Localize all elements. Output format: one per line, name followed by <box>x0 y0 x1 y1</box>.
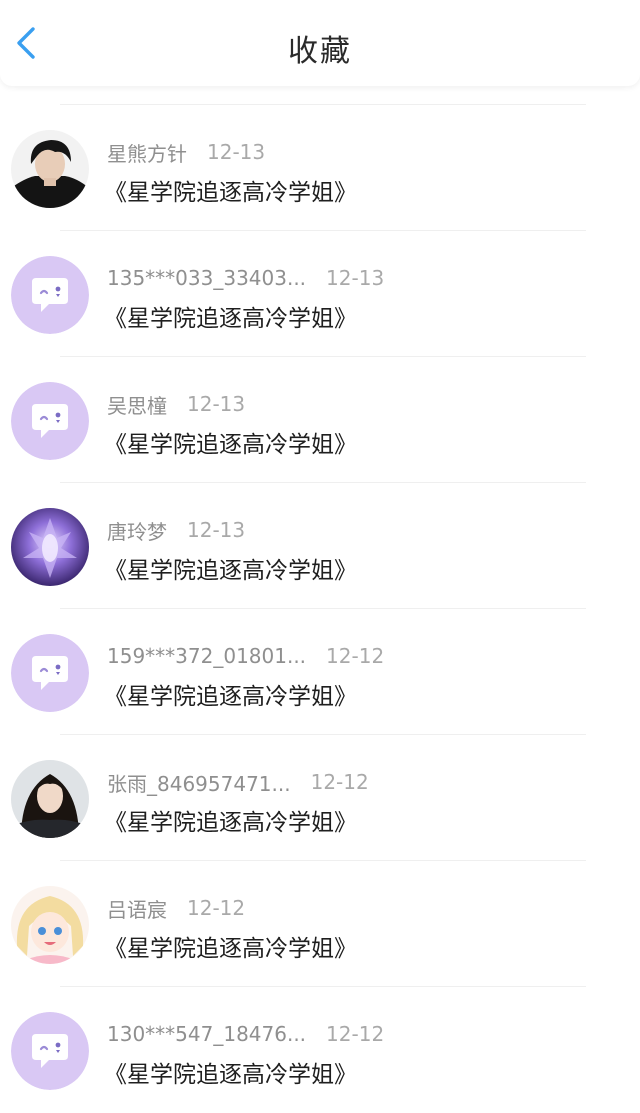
item-meta: 159***372_01801... 12-12 <box>107 642 384 670</box>
user-name[interactable]: 唐玲梦 <box>107 516 167 545</box>
user-name[interactable]: 135***033_33403... <box>107 266 306 290</box>
item-meta: 星熊方针 12-13 <box>107 138 265 166</box>
favorite-item[interactable]: 吕语宸 12-12 《星学院追逐高冷学姐》 <box>0 861 640 987</box>
favorite-item[interactable]: 130***547_18476... 12-12 《星学院追逐高冷学姐》 <box>0 987 640 1113</box>
chat-bubble-icon <box>11 382 89 460</box>
item-title[interactable]: 《星学院追逐高冷学姐》 <box>104 173 357 207</box>
avatar[interactable] <box>11 634 89 712</box>
avatar[interactable] <box>11 760 89 838</box>
favorite-item[interactable]: 唐玲梦 12-13 《星学院追逐高冷学姐》 <box>0 483 640 609</box>
item-date: 12-13 <box>187 518 246 542</box>
avatar[interactable] <box>11 1012 89 1090</box>
item-title[interactable]: 《星学院追逐高冷学姐》 <box>104 551 357 585</box>
item-date: 12-12 <box>187 896 246 920</box>
favorite-item[interactable]: 吴思橦 12-13 《星学院追逐高冷学姐》 <box>0 357 640 483</box>
avatar[interactable] <box>11 886 89 964</box>
user-name[interactable]: 星熊方针 <box>107 138 187 167</box>
user-name[interactable]: 吴思橦 <box>107 390 167 419</box>
item-meta: 130***547_18476... 12-12 <box>107 1020 384 1048</box>
page-title: 收藏 <box>288 34 352 69</box>
chat-bubble-icon <box>11 256 89 334</box>
top-bar: 收藏 <box>0 0 640 86</box>
item-title[interactable]: 《星学院追逐高冷学姐》 <box>104 1055 357 1089</box>
favorite-item[interactable]: 159***372_01801... 12-12 《星学院追逐高冷学姐》 <box>0 609 640 735</box>
item-title[interactable]: 《星学院追逐高冷学姐》 <box>104 803 357 837</box>
item-meta: 吴思橦 12-13 <box>107 390 245 418</box>
item-meta: 吕语宸 12-12 <box>107 894 245 922</box>
item-date: 12-12 <box>310 770 369 794</box>
item-date: 12-12 <box>326 1022 385 1046</box>
user-name[interactable]: 张雨_846957471... <box>107 768 291 797</box>
favorite-item[interactable]: 张雨_846957471... 12-12 《星学院追逐高冷学姐》 <box>0 735 640 861</box>
avatar[interactable] <box>11 382 89 460</box>
avatar[interactable] <box>11 508 89 586</box>
item-title[interactable]: 《星学院追逐高冷学姐》 <box>104 425 357 459</box>
chat-bubble-icon <box>11 634 89 712</box>
item-title[interactable]: 《星学院追逐高冷学姐》 <box>104 677 357 711</box>
item-date: 12-13 <box>207 140 266 164</box>
item-date: 12-13 <box>187 392 246 416</box>
favorite-item[interactable]: 星熊方针 12-13 《星学院追逐高冷学姐》 <box>0 105 640 231</box>
item-meta: 唐玲梦 12-13 <box>107 516 245 544</box>
avatar[interactable] <box>11 256 89 334</box>
user-name[interactable]: 吕语宸 <box>107 894 167 923</box>
item-title[interactable]: 《星学院追逐高冷学姐》 <box>104 299 357 333</box>
item-date: 12-13 <box>326 266 385 290</box>
user-name[interactable]: 159***372_01801... <box>107 644 306 668</box>
chat-bubble-icon <box>11 1012 89 1090</box>
user-name[interactable]: 130***547_18476... <box>107 1022 306 1046</box>
item-meta: 张雨_846957471... 12-12 <box>107 768 369 796</box>
item-meta: 135***033_33403... 12-13 <box>107 264 384 292</box>
item-title[interactable]: 《星学院追逐高冷学姐》 <box>104 929 357 963</box>
favorite-item[interactable]: 135***033_33403... 12-13 《星学院追逐高冷学姐》 <box>0 231 640 357</box>
item-date: 12-12 <box>326 644 385 668</box>
avatar[interactable] <box>11 130 89 208</box>
